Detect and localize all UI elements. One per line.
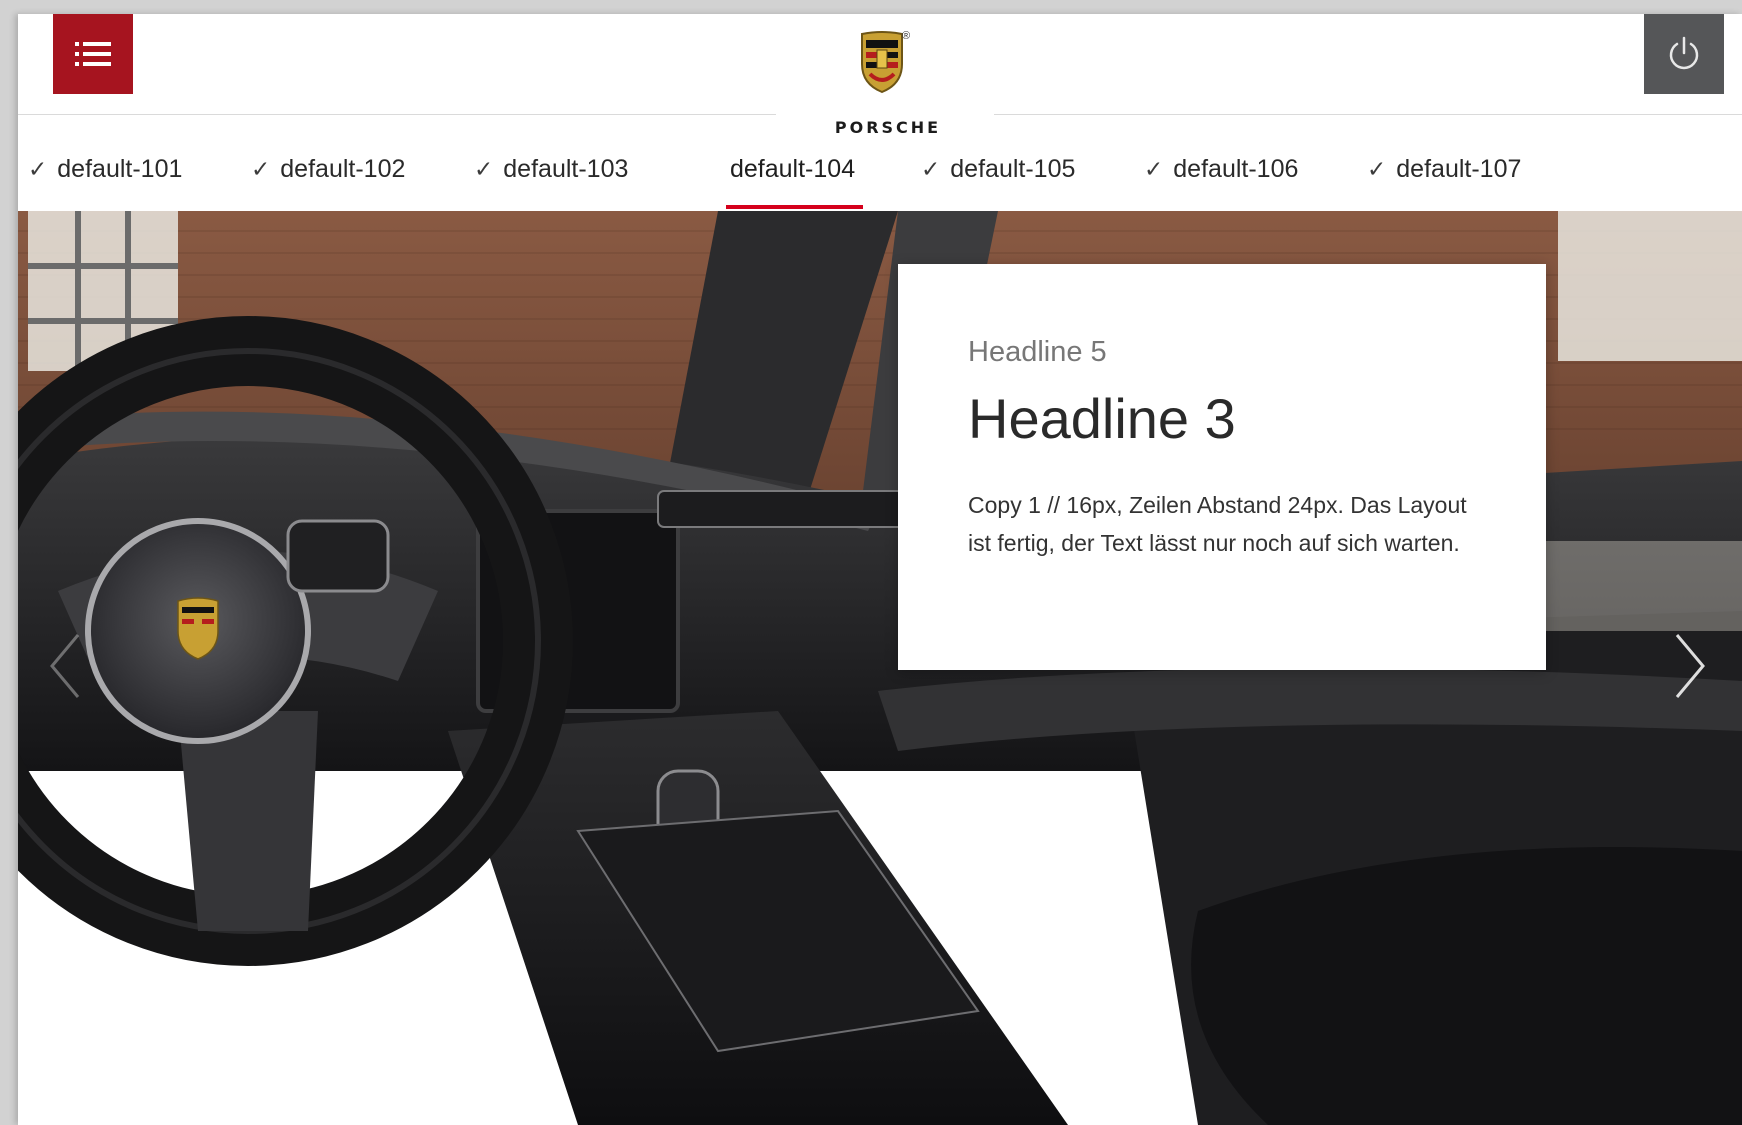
tab-default-107[interactable]: ✓ default-107 — [1367, 129, 1521, 209]
tab-default-101[interactable]: ✓ default-101 — [28, 129, 182, 209]
tab-default-105[interactable]: ✓ default-105 — [921, 129, 1075, 209]
check-icon: ✓ — [1144, 155, 1164, 182]
menu-button[interactable] — [53, 14, 133, 94]
carousel-prev-button[interactable] — [48, 631, 98, 731]
header-divider-right — [994, 114, 1742, 115]
porsche-logo[interactable]: ® PORSCHE — [798, 30, 978, 137]
tab-label: default-101 — [57, 154, 183, 183]
tab-default-106[interactable]: ✓ default-106 — [1144, 129, 1298, 209]
card-eyebrow: Headline 5 — [968, 336, 1107, 368]
tab-label: default-105 — [950, 154, 1076, 183]
header-divider-left — [18, 114, 776, 115]
tab-default-104[interactable]: default-104 — [725, 129, 864, 209]
chevron-right-icon — [1675, 634, 1705, 698]
tab-label: default-107 — [1396, 154, 1522, 183]
tab-bar: ✓ default-101 ✓ default-102 ✓ default-10… — [18, 129, 1742, 211]
tab-default-103[interactable]: ✓ default-103 — [474, 129, 628, 209]
tab-label: default-104 — [730, 154, 856, 183]
power-button[interactable] — [1644, 14, 1724, 94]
carousel-next-button[interactable] — [1673, 631, 1723, 731]
check-icon: ✓ — [1367, 155, 1387, 182]
list-menu-icon — [75, 42, 111, 66]
check-icon: ✓ — [474, 155, 494, 182]
card-copy: Copy 1 // 16px, Zeilen Abstand 24px. Das… — [968, 492, 1467, 556]
tab-default-102[interactable]: ✓ default-102 — [251, 129, 405, 209]
tab-label: default-106 — [1173, 154, 1299, 183]
power-icon — [1669, 36, 1699, 70]
check-icon: ✓ — [28, 155, 48, 182]
porsche-crest-icon — [861, 31, 903, 94]
chevron-left-icon — [50, 634, 80, 698]
check-icon: ✓ — [921, 155, 941, 182]
check-icon: ✓ — [251, 155, 271, 182]
content-card: Headline 5 Headline 3 Copy 1 // 16px, Ze… — [898, 264, 1546, 670]
header: ® PORSCHE — [18, 14, 1742, 137]
tab-label: default-103 — [503, 154, 629, 183]
app-frame: ® PORSCHE ✓ default-101 ✓ default-102 ✓ … — [18, 14, 1742, 1125]
card-headline: Headline 3 — [968, 387, 1236, 450]
trademark-symbol: ® — [902, 30, 911, 42]
tab-label: default-102 — [280, 154, 406, 183]
